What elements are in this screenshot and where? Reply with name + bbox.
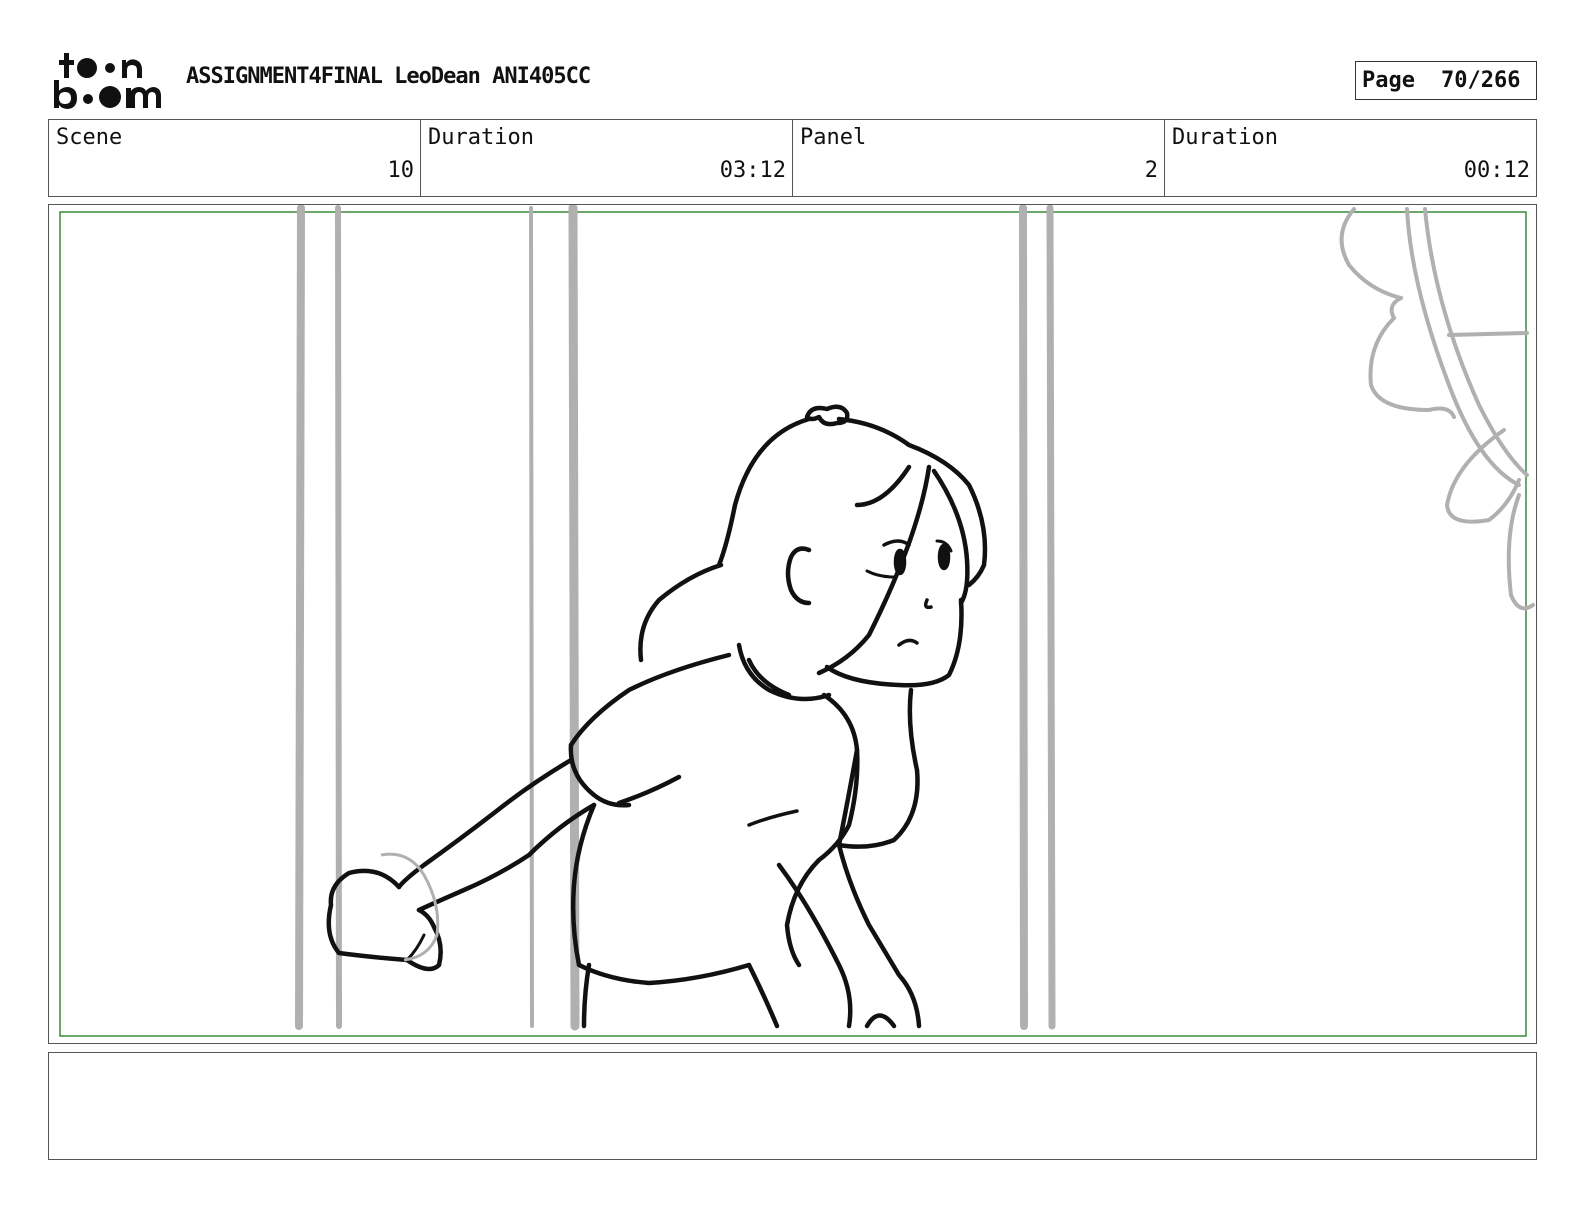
panel-label: Panel	[800, 125, 867, 150]
scene-label: Scene	[56, 125, 123, 150]
panel-info-row: Scene 10 Duration 03:12 Panel 2 Duration…	[48, 119, 1537, 197]
page-indicator: Page 70/266	[1355, 61, 1537, 100]
page-number: 70/266	[1440, 68, 1521, 93]
page-label: Page	[1362, 68, 1415, 93]
scene-duration-label: Duration	[428, 125, 534, 150]
scene-cell: Scene 10	[49, 120, 421, 196]
background-bars	[295, 205, 1056, 1031]
project-title: ASSIGNMENT4FINAL LeoDean ANI405CC	[186, 64, 591, 89]
scene-duration-cell: Duration 03:12	[421, 120, 793, 196]
scene-duration-value: 03:12	[719, 158, 786, 183]
toon-boom-logo	[50, 50, 165, 112]
panel-notes-box[interactable]	[48, 1052, 1537, 1160]
panel-duration-label: Duration	[1172, 125, 1278, 150]
panel-number: 2	[1144, 158, 1158, 183]
panel-duration-value: 00:12	[1463, 158, 1530, 183]
scene-number: 10	[387, 158, 415, 183]
safe-frame	[59, 211, 1527, 1037]
panel-sketch	[59, 205, 1535, 1037]
character-sketch	[326, 404, 988, 1029]
panel-duration-cell: Duration 00:12	[1165, 120, 1536, 196]
storyboard-panel-image	[48, 204, 1537, 1044]
panel-cell: Panel 2	[793, 120, 1165, 196]
background-flower	[1339, 207, 1535, 611]
